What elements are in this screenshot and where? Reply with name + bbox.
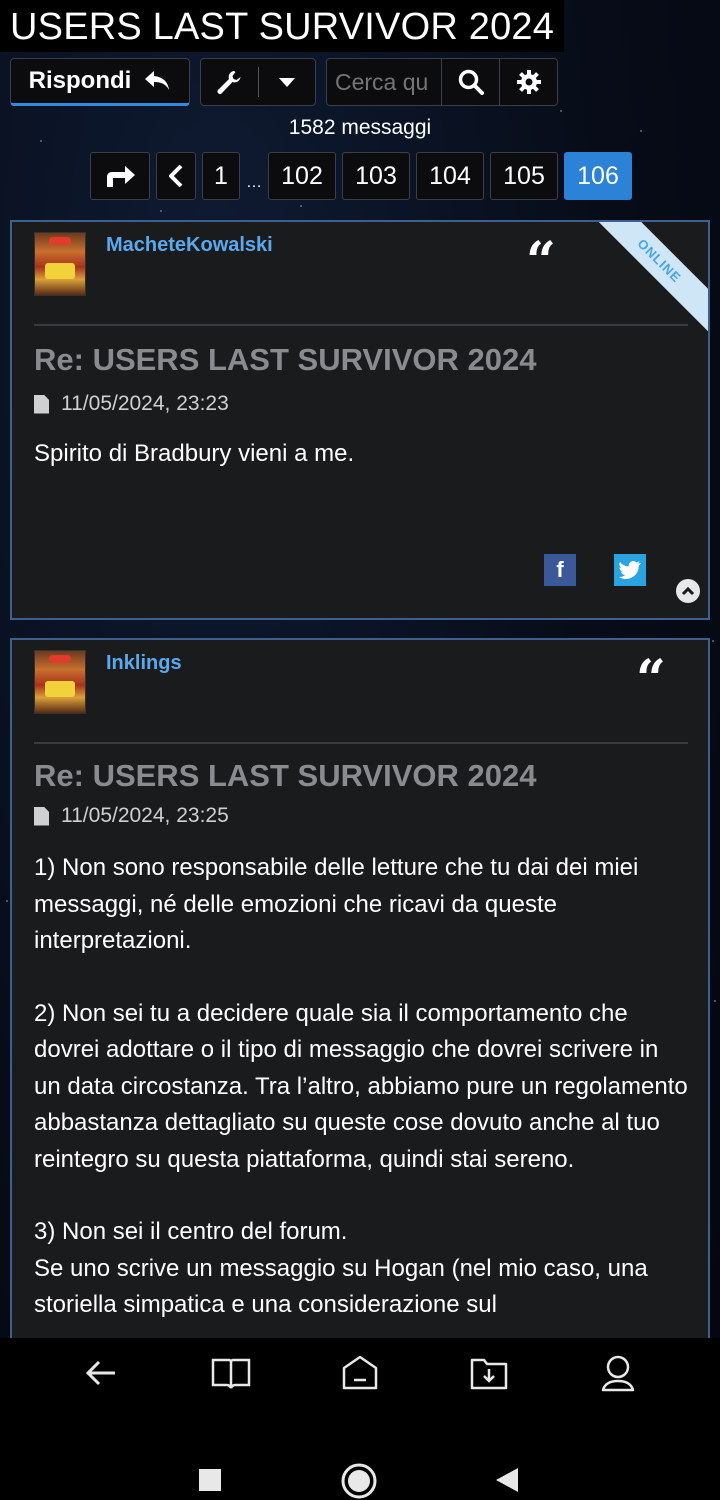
- page-link[interactable]: 102: [268, 152, 336, 200]
- page-title: USERS LAST SURVIVOR 2024: [10, 6, 555, 48]
- document-icon: [34, 394, 49, 414]
- system-navigation-bar: [0, 1408, 720, 1500]
- topic-tools-menu[interactable]: [200, 58, 316, 106]
- page-link-first[interactable]: 1: [202, 152, 240, 200]
- page-link-current[interactable]: 106: [564, 152, 632, 200]
- document-icon: [34, 806, 49, 826]
- post-paragraph: Se uno scrive un messaggio su Hogan (nel…: [34, 1254, 648, 1319]
- topic-toolbar: Rispondi: [10, 58, 558, 108]
- system-home-button[interactable]: [340, 1462, 378, 1500]
- forum-post: Inklings “ Re: USERS LAST SURVIVOR 2024 …: [10, 638, 710, 1358]
- post-meta: 11/05/2024, 23:25: [34, 804, 229, 828]
- user-icon: [601, 1355, 634, 1392]
- message-count: 1582 messaggi: [288, 116, 432, 139]
- page-link[interactable]: 103: [342, 152, 410, 200]
- scroll-to-top-button[interactable]: [676, 579, 700, 603]
- post-divider: [34, 742, 688, 744]
- circle-icon: [341, 1463, 377, 1499]
- topic-search: [326, 58, 558, 106]
- avatar[interactable]: [34, 232, 86, 296]
- home-button[interactable]: [325, 1354, 395, 1392]
- pagination-ellipsis: …: [246, 174, 262, 191]
- advanced-search-button[interactable]: [499, 59, 557, 105]
- search-input[interactable]: [327, 59, 441, 105]
- reply-icon: [145, 71, 170, 90]
- page-link[interactable]: 104: [416, 152, 484, 200]
- post-paragraph: 3) Non sei il centro del forum.: [34, 1218, 348, 1245]
- previous-page-button[interactable]: [156, 152, 196, 200]
- quote-icon[interactable]: “: [636, 654, 666, 706]
- caret-down-icon: [278, 78, 295, 87]
- post-divider: [34, 324, 688, 326]
- chevron-left-icon: [169, 164, 183, 188]
- post-timestamp: 11/05/2024, 23:23: [61, 392, 229, 415]
- back-button[interactable]: [67, 1358, 137, 1388]
- page-link[interactable]: 105: [490, 152, 558, 200]
- post-meta: 11/05/2024, 23:23: [34, 392, 229, 416]
- online-status-badge: ONLINE: [581, 222, 708, 339]
- square-icon: [199, 1469, 221, 1491]
- pagination: 1 … 102 103 104 105 106: [90, 152, 632, 200]
- share-facebook-button[interactable]: f: [544, 554, 576, 586]
- browser-bottom-toolbar: [0, 1338, 720, 1408]
- system-back-button[interactable]: [494, 1466, 520, 1499]
- wrench-icon: [217, 71, 241, 94]
- post-title[interactable]: Re: USERS LAST SURVIVOR 2024: [34, 342, 536, 378]
- share-twitter-button[interactable]: [614, 554, 646, 586]
- book-icon: [211, 1358, 251, 1389]
- page-title-bar: USERS LAST SURVIVOR 2024: [0, 0, 565, 52]
- search-icon: [458, 69, 484, 95]
- downloads-button[interactable]: [454, 1355, 524, 1391]
- recents-button[interactable]: [198, 1468, 222, 1497]
- download-folder-icon: [470, 1358, 508, 1390]
- reply-button-label: Rispondi: [28, 67, 132, 94]
- reply-button[interactable]: Rispondi: [10, 58, 190, 106]
- triangle-back-icon: [496, 1468, 518, 1492]
- avatar[interactable]: [34, 650, 86, 714]
- forum-post: MacheteKowalski “ ONLINE Re: USERS LAST …: [10, 220, 710, 620]
- quote-icon[interactable]: “: [526, 236, 556, 288]
- topic-tools-dropdown[interactable]: [259, 59, 316, 105]
- post-title[interactable]: Re: USERS LAST SURVIVOR 2024: [34, 758, 536, 794]
- topic-tools-button[interactable]: [201, 59, 258, 105]
- post-author-link[interactable]: MacheteKowalski: [106, 234, 273, 257]
- post-paragraph: Spirito di Bradbury vieni a me.: [34, 440, 355, 467]
- post-body: 1) Non sono responsabile delle letture c…: [34, 850, 690, 1356]
- facebook-icon: f: [556, 557, 564, 582]
- search-button[interactable]: [441, 59, 499, 105]
- home-icon: [342, 1355, 378, 1390]
- chevron-up-icon: [681, 586, 695, 596]
- post-body: Spirito di Bradbury vieni a me.: [34, 436, 690, 509]
- twitter-icon: [619, 561, 641, 579]
- jump-arrow-icon: [107, 166, 135, 187]
- arrow-left-icon: [86, 1360, 116, 1386]
- bookmarks-button[interactable]: [196, 1356, 266, 1390]
- profile-button[interactable]: [583, 1353, 653, 1393]
- post-timestamp: 11/05/2024, 23:25: [61, 804, 229, 827]
- gear-icon: [516, 70, 541, 94]
- post-author-link[interactable]: Inklings: [106, 652, 182, 675]
- post-paragraph: 2) Non sei tu a decidere quale sia il co…: [34, 999, 688, 1173]
- post-paragraph: 1) Non sono responsabile delle letture c…: [34, 854, 639, 954]
- jump-to-page-button[interactable]: [90, 152, 150, 200]
